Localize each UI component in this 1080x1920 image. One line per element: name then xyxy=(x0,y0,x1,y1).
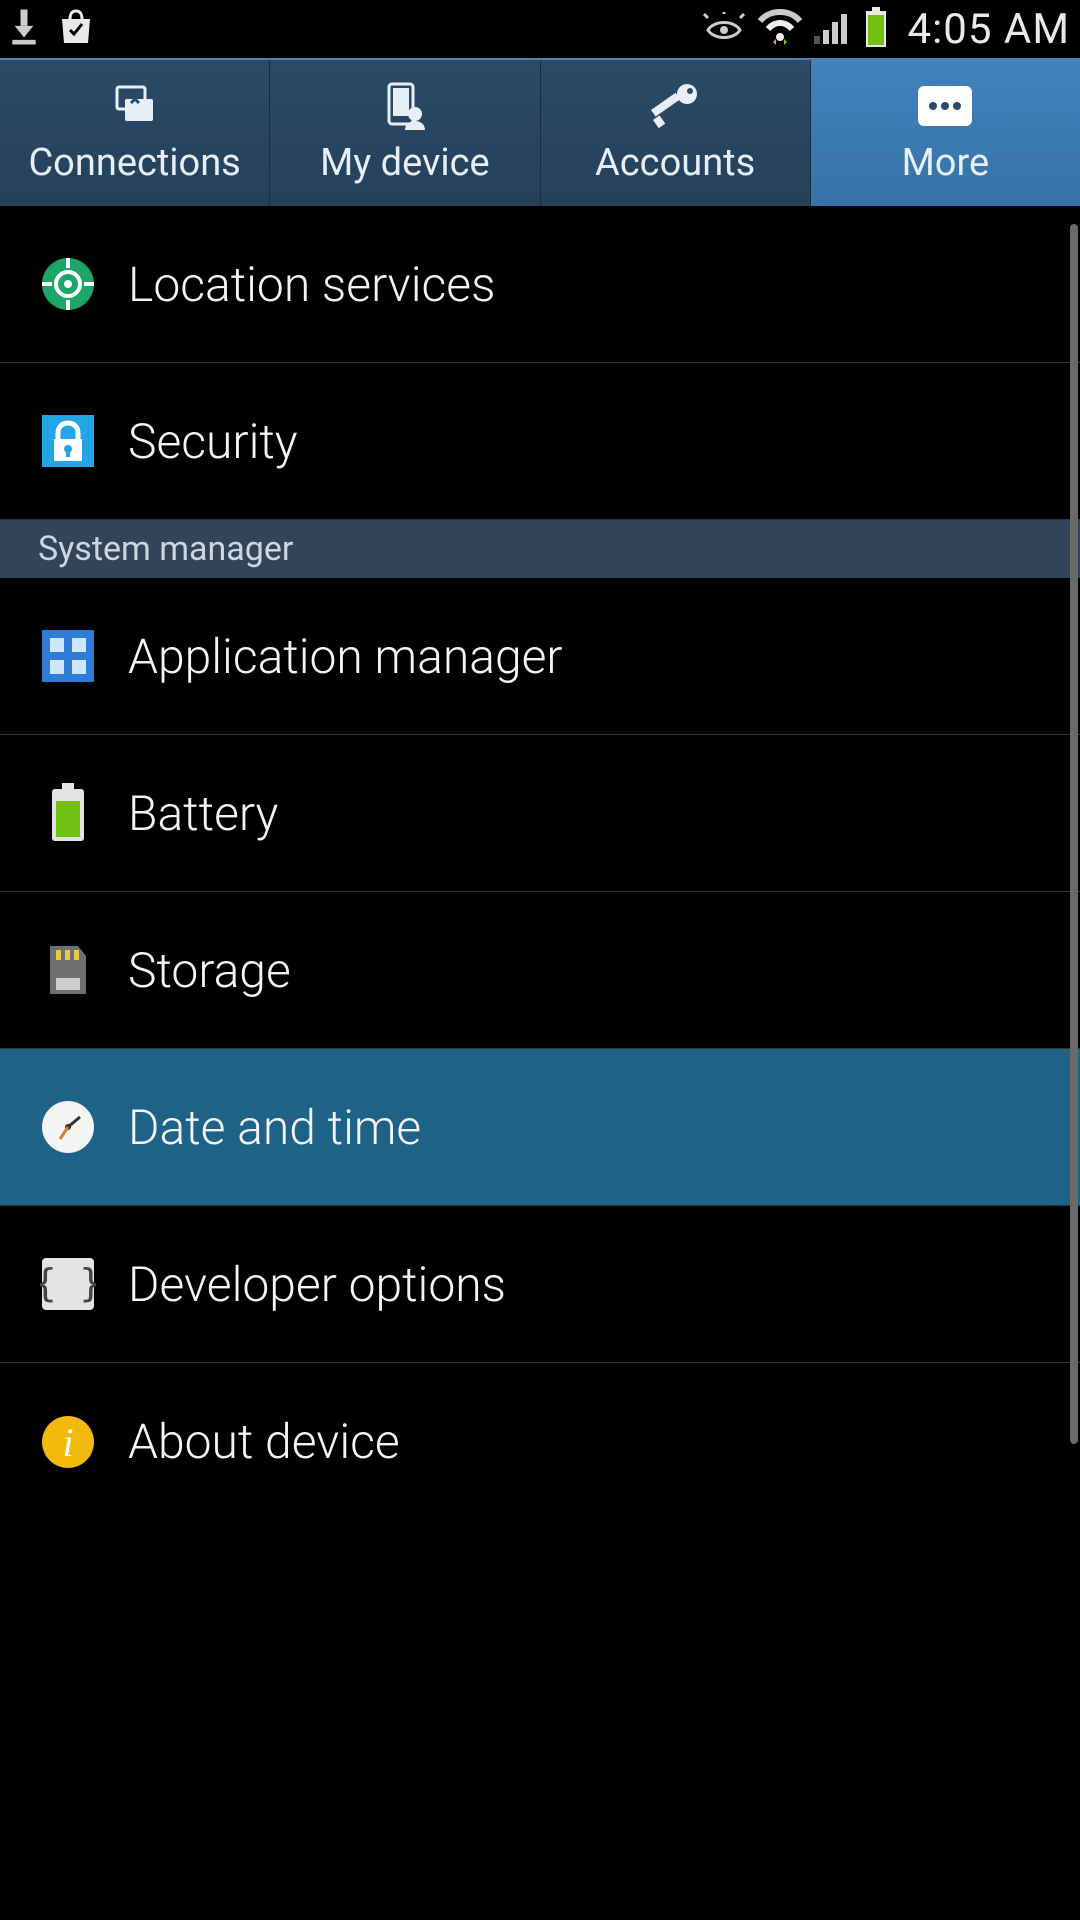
item-application-manager[interactable]: Application manager xyxy=(0,578,1080,735)
scrollbar[interactable] xyxy=(1070,224,1078,1444)
smart-stay-eye-icon xyxy=(702,12,746,46)
item-security[interactable]: Security xyxy=(0,363,1080,520)
svg-text:i: i xyxy=(62,1420,73,1465)
item-label: Location services xyxy=(128,256,495,313)
tab-more[interactable]: More xyxy=(811,60,1080,206)
battery-icon xyxy=(38,783,98,843)
tab-connections[interactable]: Connections xyxy=(0,60,270,206)
item-location-services[interactable]: Location services xyxy=(0,206,1080,363)
signal-icon xyxy=(814,10,852,48)
item-date-and-time[interactable]: Date and time xyxy=(0,1049,1080,1206)
clock-icon xyxy=(38,1097,98,1157)
status-right: 4:05 AM xyxy=(702,5,1070,54)
settings-list: Location services Security System manage… xyxy=(0,206,1080,1520)
location-icon xyxy=(38,254,98,314)
tab-label: My device xyxy=(320,141,490,185)
tab-my-device[interactable]: My device xyxy=(270,60,540,206)
tab-label: Connections xyxy=(28,141,240,185)
item-label: Battery xyxy=(128,785,278,842)
braces-icon: { } xyxy=(38,1254,98,1314)
lock-icon xyxy=(38,411,98,471)
shopping-bag-check-icon xyxy=(56,7,96,51)
my-device-icon xyxy=(377,81,433,131)
item-label: Date and time xyxy=(128,1099,421,1156)
wifi-icon xyxy=(758,9,802,49)
status-left xyxy=(10,7,96,51)
status-bar: 4:05 AM xyxy=(0,0,1080,58)
item-about-device[interactable]: i About device xyxy=(0,1363,1080,1520)
item-battery[interactable]: Battery xyxy=(0,735,1080,892)
tab-label: Accounts xyxy=(595,141,755,185)
tab-accounts[interactable]: Accounts xyxy=(541,60,811,206)
info-icon: i xyxy=(38,1412,98,1472)
item-storage[interactable]: Storage xyxy=(0,892,1080,1049)
apps-grid-icon xyxy=(38,626,98,686)
accounts-key-icon xyxy=(645,81,705,131)
tab-label: More xyxy=(902,141,990,185)
battery-icon xyxy=(864,7,888,51)
item-label: Developer options xyxy=(128,1256,506,1313)
item-label: Storage xyxy=(128,942,291,999)
sd-card-icon xyxy=(38,940,98,1000)
svg-text:{ }: { } xyxy=(40,1261,96,1305)
item-label: Security xyxy=(128,413,298,470)
connections-icon xyxy=(107,81,163,131)
settings-tabs: Connections My device Accounts More xyxy=(0,58,1080,206)
more-icon xyxy=(916,81,974,131)
status-time: 4:05 AM xyxy=(908,5,1070,54)
item-label: About device xyxy=(128,1413,400,1470)
download-icon xyxy=(10,9,38,49)
item-developer-options[interactable]: { } Developer options xyxy=(0,1206,1080,1363)
item-label: Application manager xyxy=(128,628,563,685)
section-system-manager: System manager xyxy=(0,520,1080,578)
